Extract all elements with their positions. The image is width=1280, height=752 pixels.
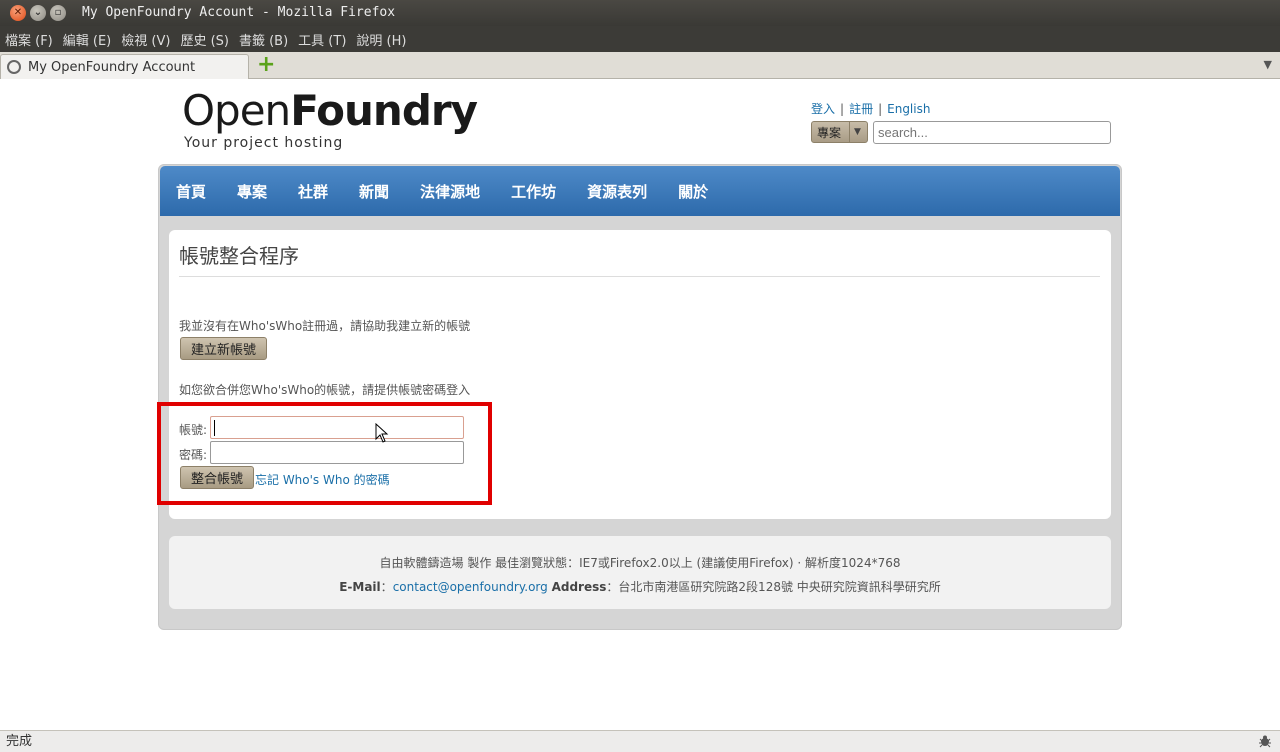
tab-bar: My OpenFoundry Account + ▼ [0, 52, 1280, 79]
logo-tagline: Your project hosting [184, 135, 344, 151]
bug-icon[interactable] [1258, 734, 1272, 748]
create-account-button[interactable]: 建立新帳號 [180, 337, 267, 360]
nav-legal[interactable]: 法律源地 [420, 181, 480, 202]
page-title: 帳號整合程序 [179, 244, 299, 268]
menu-help[interactable]: 說明 (H) [356, 30, 406, 49]
no-account-text: 我並沒有在Who'sWho註冊過，請協助我建立新的帳號 [179, 319, 471, 333]
language-link[interactable]: English [887, 102, 930, 116]
close-window-button[interactable]: ✕ [10, 5, 26, 21]
logo-foundry: Foundry [290, 86, 478, 135]
address-separator: ： [606, 580, 619, 594]
chevron-down-icon: ▼ [849, 122, 861, 142]
main-nav: 首頁 專案 社群 新聞 法律源地 工作坊 資源表列 關於 [160, 166, 1120, 216]
nav-about[interactable]: 關於 [678, 181, 708, 202]
new-tab-plus-icon[interactable]: + [257, 54, 275, 76]
menu-file[interactable]: 檔案 (F) [5, 30, 53, 49]
menu-bar: 檔案 (F) 編輯 (E) 檢視 (V) 歷史 (S) 書籤 (B) 工具 (T… [0, 26, 1280, 52]
address-text: 台北市南港區研究院路2段128號 中央研究院資訊科學研究所 [618, 580, 941, 594]
nav-resources[interactable]: 資源表列 [587, 181, 647, 202]
mouse-cursor-icon [375, 423, 389, 443]
tab-active[interactable]: My OpenFoundry Account [0, 54, 249, 79]
status-bar: 完成 [0, 730, 1280, 752]
login-link[interactable]: 登入 [811, 102, 835, 116]
nav-projects[interactable]: 專案 [237, 181, 267, 202]
search-category-value: 專案 [817, 125, 842, 140]
status-text: 完成 [6, 734, 33, 749]
tab-label: My OpenFoundry Account [28, 59, 196, 75]
account-label: 帳號: [179, 423, 208, 437]
account-field[interactable] [210, 416, 464, 439]
password-label: 密碼: [179, 448, 208, 462]
nav-news[interactable]: 新聞 [359, 181, 389, 202]
window-titlebar: ✕ ⌄ ▫ My OpenFoundry Account - Mozilla F… [0, 0, 1280, 26]
title-divider [179, 276, 1100, 277]
email-separator: ： [380, 580, 393, 594]
menu-history[interactable]: 歷史 (S) [180, 30, 229, 49]
menu-tools[interactable]: 工具 (T) [298, 30, 346, 49]
menu-edit[interactable]: 編輯 (E) [63, 30, 112, 49]
menu-bookmarks[interactable]: 書籤 (B) [239, 30, 288, 49]
nav-community[interactable]: 社群 [298, 181, 328, 202]
search-input[interactable] [873, 121, 1111, 144]
search-category-select[interactable]: 專案 ▼ [811, 121, 868, 143]
email-label: E-Mail [339, 580, 381, 594]
link-separator: | [840, 102, 845, 116]
text-caret [214, 420, 215, 436]
footer-credits: 自由軟體鑄造場 製作 最佳瀏覽狀態：IE7或Firefox2.0以上 (建議使用… [379, 556, 901, 570]
content-panel: 帳號整合程序 我並沒有在Who'sWho註冊過，請協助我建立新的帳號 建立新帳號… [157, 230, 1111, 519]
nav-workshop[interactable]: 工作坊 [511, 181, 556, 202]
window-controls: ✕ ⌄ ▫ [10, 5, 66, 21]
footer: 自由軟體鑄造場 製作 最佳瀏覽狀態：IE7或Firefox2.0以上 (建議使用… [169, 536, 1111, 609]
main-frame: 首頁 專案 社群 新聞 法律源地 工作坊 資源表列 關於 帳號整合程序 我並沒有… [157, 164, 1122, 630]
page-viewport: OpenFoundry Your project hosting 登入 | 註冊 | E… [0, 79, 1280, 730]
menu-view[interactable]: 檢視 (V) [121, 30, 170, 49]
tab-list-chevron-down-icon[interactable]: ▼ [1264, 58, 1272, 71]
maximize-window-button[interactable]: ▫ [50, 5, 66, 21]
password-field[interactable] [210, 441, 464, 464]
link-separator: | [878, 102, 883, 116]
logo-open: Open [182, 86, 291, 135]
nav-home[interactable]: 首頁 [176, 181, 206, 202]
address-label: Address [551, 580, 607, 594]
email-link[interactable]: contact@openfoundry.org [393, 580, 548, 594]
page-favicon-icon [7, 60, 21, 74]
forgot-password-link[interactable]: 忘記 Who's Who 的密碼 [255, 471, 390, 488]
header-links: 登入 | 註冊 | English [811, 100, 930, 117]
search-row: 專案 ▼ [811, 121, 1111, 144]
register-link[interactable]: 註冊 [849, 102, 873, 116]
minimize-window-button[interactable]: ⌄ [30, 5, 46, 21]
openfoundry-logo[interactable]: OpenFoundry Your project hosting [182, 89, 512, 153]
footer-contact: E-Mail：contact@openfoundry.org Address：台… [169, 578, 1111, 595]
merge-account-button[interactable]: 整合帳號 [180, 466, 254, 489]
logo-wordmark: OpenFoundry [182, 89, 512, 133]
window-title: My OpenFoundry Account - Mozilla Firefox [82, 5, 396, 20]
merge-instructions-text: 如您欲合併您Who'sWho的帳號，請提供帳號密碼登入 [179, 383, 471, 397]
